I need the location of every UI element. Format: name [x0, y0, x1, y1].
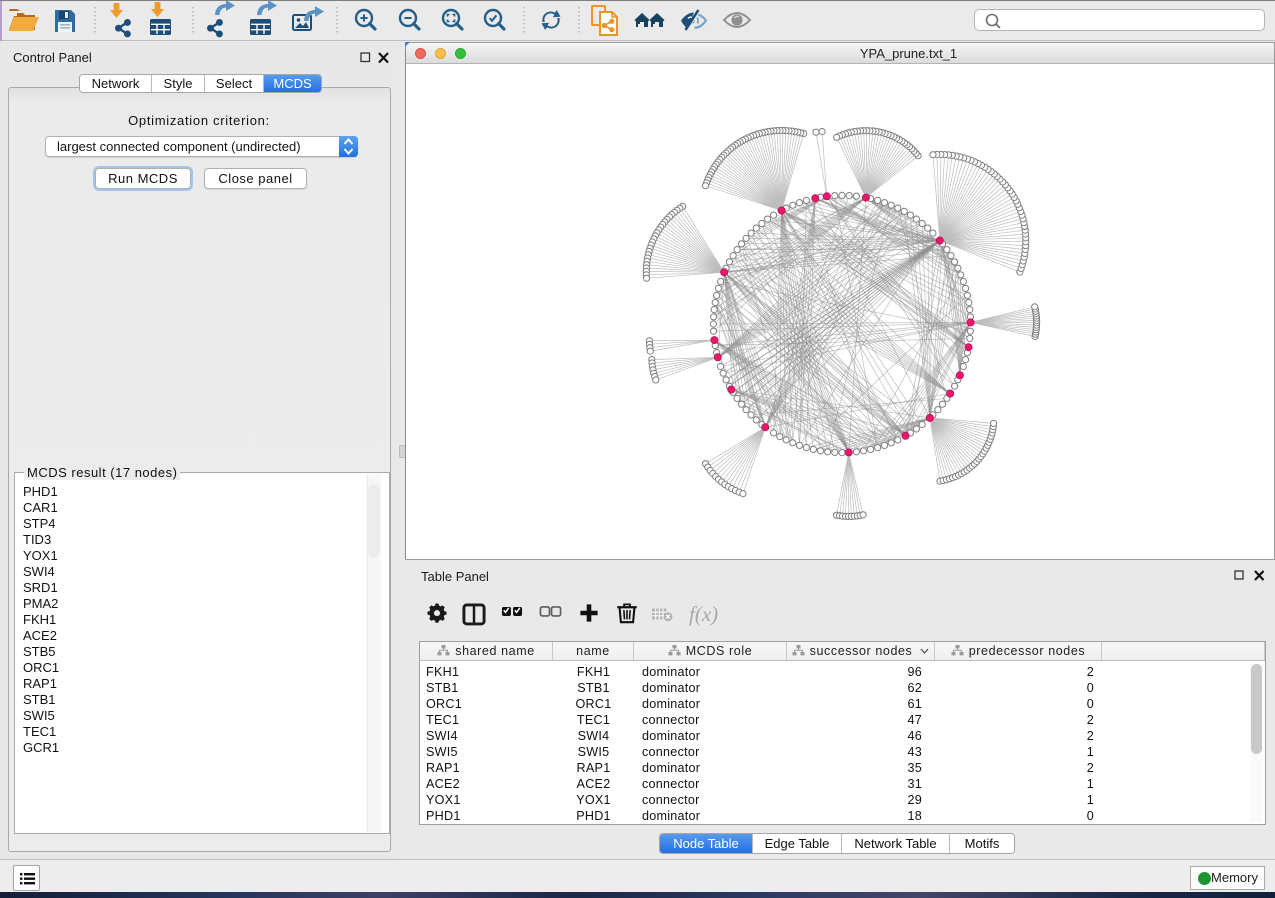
- svg-text:f(x): f(x): [689, 602, 718, 626]
